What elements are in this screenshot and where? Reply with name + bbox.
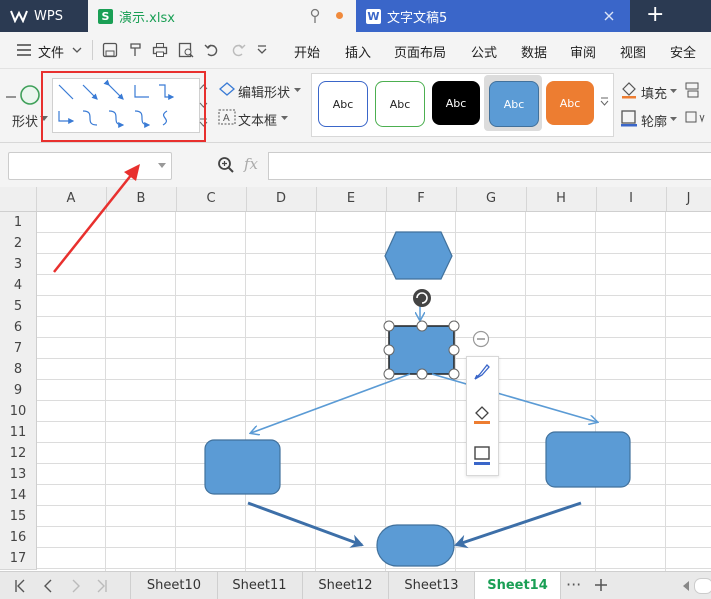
horizontal-scrollbar[interactable]	[694, 578, 711, 594]
connector-right-to-bottom[interactable]	[454, 501, 582, 549]
last-sheet-icon[interactable]	[96, 579, 108, 593]
sheet-tab-active[interactable]: Sheet14	[475, 572, 561, 599]
shape-outline-icon[interactable]	[472, 444, 492, 466]
more-sheets-icon[interactable]: ···	[566, 575, 581, 594]
sheet-tab[interactable]: Sheet10	[130, 572, 218, 599]
collapse-minus-icon[interactable]	[472, 330, 490, 348]
shape-style-brush-icon[interactable]	[472, 362, 492, 382]
shape-fill-bucket-icon[interactable]	[472, 403, 492, 425]
horizontal-scroll-left-icon[interactable]	[681, 580, 691, 592]
selected-rectangle-shape[interactable]	[388, 325, 455, 375]
sheet-tab[interactable]: Sheet11	[217, 572, 303, 599]
rotate-handle-icon[interactable]	[413, 289, 431, 307]
sheet-tab[interactable]: Sheet12	[303, 572, 389, 599]
hexagon-shape[interactable]	[384, 231, 453, 280]
drawing-layer	[53, 164, 631, 567]
bottom-rounded-terminator-shape[interactable]	[376, 524, 455, 567]
connector-to-left-box[interactable]	[251, 373, 411, 433]
right-rounded-rectangle-shape[interactable]	[545, 431, 631, 488]
annotation-arrow	[53, 164, 140, 273]
sheet-tab[interactable]: Sheet13	[389, 572, 475, 599]
connector-left-to-bottom[interactable]	[247, 501, 364, 548]
add-sheet-icon[interactable]	[594, 578, 608, 592]
first-sheet-icon[interactable]	[14, 579, 26, 593]
prev-sheet-icon[interactable]	[42, 579, 54, 593]
connector-to-right-box[interactable]	[431, 373, 597, 422]
left-rounded-rectangle-shape[interactable]	[204, 439, 281, 495]
sheet-tab-bar: Sheet10 Sheet11 Sheet12 Sheet13 Sheet14 …	[0, 571, 711, 599]
next-sheet-icon[interactable]	[70, 579, 82, 593]
